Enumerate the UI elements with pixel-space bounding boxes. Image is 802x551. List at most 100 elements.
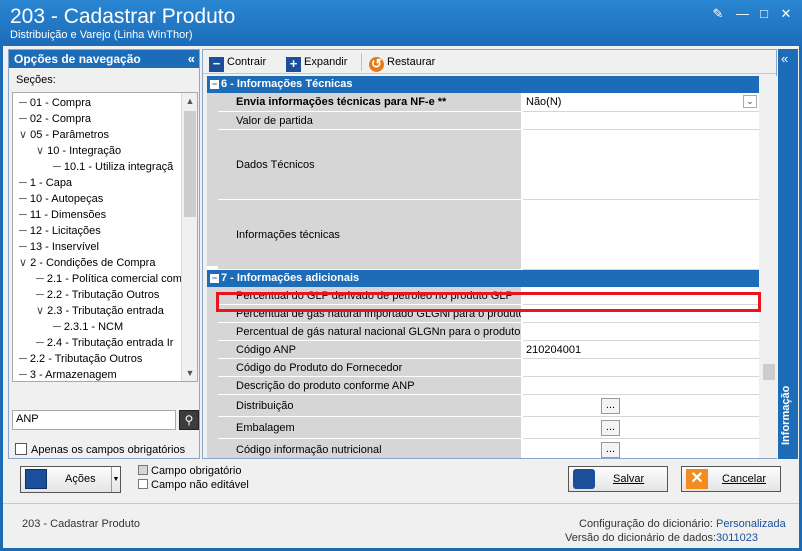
tree-item[interactable]: ─ 10.1 - Utiliza integraçã	[53, 159, 173, 175]
field-row-envia[interactable]: Envia informações técnicas para NF-e ** …	[218, 93, 759, 112]
tree-item[interactable]: ∨ 2.3 - Tributação entrada	[36, 303, 164, 319]
group-indent	[207, 287, 218, 458]
tree-item-label: 05 - Parâmetros	[30, 129, 109, 141]
tree-item[interactable]: ∨ 05 - Parâmetros	[19, 127, 109, 143]
search-icon[interactable]: ⚲	[179, 410, 199, 430]
dropdown-arrow-icon[interactable]: ▼	[111, 467, 120, 492]
plus-icon: +	[286, 57, 301, 72]
tree-scrollbar[interactable]: ▲ ▼	[181, 93, 197, 381]
window-title: 203 - Cadastrar Produto	[10, 5, 236, 28]
field-label: Embalagem	[218, 417, 522, 439]
scroll-up-icon[interactable]: ▲	[182, 93, 197, 109]
sections-label: Seções:	[16, 74, 56, 86]
tree-item[interactable]: ─ 2.4 - Tributação entrada Ir	[36, 335, 173, 351]
tree-item-label: 2.2 - Tributação Outros	[46, 289, 160, 301]
checkbox-box[interactable]	[15, 443, 27, 455]
close-icon[interactable]: ✕	[780, 7, 792, 20]
restore-button[interactable]: ↺ Restaurar	[369, 53, 435, 72]
only-required-checkbox[interactable]: Apenas os campos obrigatórios	[15, 443, 185, 456]
distribuicao-browse-button[interactable]: ...	[601, 398, 620, 414]
grid-scroll-thumb[interactable]	[763, 364, 775, 380]
save-icon	[573, 469, 595, 489]
only-required-label: Apenas os campos obrigatórios	[31, 444, 186, 456]
edit-window-icon[interactable]: ✎	[712, 7, 724, 20]
tree-item[interactable]: ─ 1 - Capa	[19, 175, 72, 191]
actions-button[interactable]: Ações ▼	[20, 466, 121, 493]
field-row-cod-nutricional[interactable]: Código informação nutricional ...	[218, 439, 759, 458]
section-search-input[interactable]: ANP	[12, 410, 176, 430]
expand-info-icon[interactable]: «	[781, 51, 788, 66]
group-collapse-icon[interactable]: −	[210, 274, 219, 283]
tree-item[interactable]: ─ 2.3.1 - NCM	[53, 319, 123, 335]
tree-item[interactable]: ∨ 2 - Condições de Compra	[19, 255, 155, 271]
dados-tecnicos-input[interactable]	[523, 130, 759, 200]
field-row-info-tecnicas[interactable]: Informações técnicas	[218, 200, 759, 270]
save-button[interactable]: Salvar	[568, 466, 668, 492]
info-tecnicas-input[interactable]	[523, 200, 759, 270]
tree-item-label: 2.3.1 - NCM	[63, 321, 124, 333]
perc-gn-nac-input[interactable]	[523, 323, 759, 341]
tree-item-label: 10 - Autopeças	[29, 193, 104, 205]
maximize-icon[interactable]: □	[758, 7, 770, 20]
expand-all-button[interactable]: + Expandir	[286, 53, 347, 72]
desc-anp-input[interactable]	[523, 377, 759, 395]
field-label: Valor de partida	[218, 112, 522, 130]
group-header-7[interactable]: − 7 - Informações adicionais	[207, 270, 759, 287]
tree-item[interactable]: ─ 3 - Armazenagem	[19, 367, 117, 381]
cod-fornecedor-input[interactable]	[523, 359, 759, 377]
tree-connector: ─	[19, 97, 30, 109]
collapse-all-button[interactable]: − Contrair	[209, 53, 266, 72]
group-header-6[interactable]: − 6 - Informações Técnicas	[207, 76, 759, 93]
tree-item[interactable]: ∨ 10 - Integração	[36, 143, 121, 159]
chevron-down-icon[interactable]: ∨	[19, 129, 30, 141]
embalagem-browse-button[interactable]: ...	[601, 420, 620, 436]
chevron-down-icon[interactable]: ∨	[36, 145, 47, 157]
field-row-valor-partida[interactable]: Valor de partida	[218, 112, 759, 130]
field-row-perc-gn-nac[interactable]: Percentual de gás natural nacional GLGNn…	[218, 323, 759, 341]
chevron-down-icon[interactable]: ∨	[36, 305, 47, 317]
field-row-codigo-anp[interactable]: Código ANP 210204001	[218, 341, 759, 359]
field-row-cod-fornecedor[interactable]: Código do Produto do Fornecedor	[218, 359, 759, 377]
tree-item[interactable]: ─ 02 - Compra	[19, 111, 91, 127]
codigo-anp-input[interactable]: 210204001	[523, 341, 759, 359]
cancel-button[interactable]: ✕ Cancelar	[681, 466, 781, 492]
tree-item[interactable]: ─ 10 - Autopeças	[19, 191, 103, 207]
legend-required: Campo obrigatório	[138, 465, 242, 477]
tree-item[interactable]: ─ 2.1 - Política comercial com	[36, 271, 182, 287]
tree-item[interactable]: ─ 11 - Dimensões	[19, 207, 106, 223]
info-side-panel[interactable]: « Informação	[778, 49, 798, 459]
tree-scroll-thumb[interactable]	[184, 111, 196, 217]
tree-item[interactable]: ─ 2.2 - Tributação Outros	[36, 287, 159, 303]
grid-scrollbar[interactable]	[761, 76, 777, 458]
minimize-icon[interactable]: —	[736, 7, 749, 20]
scroll-down-icon[interactable]: ▼	[182, 365, 197, 381]
status-form-name: 203 - Cadastrar Produto	[22, 518, 141, 530]
cod-nutricional-input[interactable]	[523, 439, 759, 458]
valor-partida-input[interactable]	[523, 112, 759, 130]
legend-required-label: Campo obrigatório	[151, 465, 242, 477]
distribuicao-input[interactable]	[523, 395, 759, 417]
footer-divider	[3, 503, 799, 504]
tree-item[interactable]: ─ 01 - Compra	[19, 95, 91, 111]
cod-nutricional-browse-button[interactable]: ...	[601, 442, 620, 458]
tree-item[interactable]: ─ 2.2 - Tributação Outros	[19, 351, 142, 367]
legend-not-editable-label: Campo não editável	[151, 479, 249, 491]
field-row-dados-tecnicos[interactable]: Dados Técnicos	[218, 130, 759, 200]
legend-not-editable: Campo não editável	[138, 479, 249, 491]
embalagem-input[interactable]	[523, 417, 759, 439]
tree-connector: ─	[19, 193, 30, 205]
dict-config-value: Personalizada	[716, 518, 786, 530]
envia-value: Não(N)	[526, 96, 562, 108]
field-row-embalagem[interactable]: Embalagem ...	[218, 417, 759, 439]
tree-item-label: 2.3 - Tributação entrada	[47, 305, 164, 317]
group-collapse-icon[interactable]: −	[210, 80, 219, 89]
field-row-distribuicao[interactable]: Distribuição ...	[218, 395, 759, 417]
tree-item[interactable]: ─ 12 - Licitações	[19, 223, 101, 239]
tree-item[interactable]: ─ 13 - Inservível	[19, 239, 99, 255]
field-row-desc-anp[interactable]: Descrição do produto conforme ANP	[218, 377, 759, 395]
minus-icon: −	[209, 57, 224, 72]
collapse-nav-icon[interactable]: «	[188, 51, 195, 66]
chevron-down-icon[interactable]: ∨	[19, 257, 30, 269]
chevron-down-icon[interactable]: ⌄	[743, 95, 757, 108]
envia-select[interactable]: Não(N) ⌄	[523, 93, 759, 112]
